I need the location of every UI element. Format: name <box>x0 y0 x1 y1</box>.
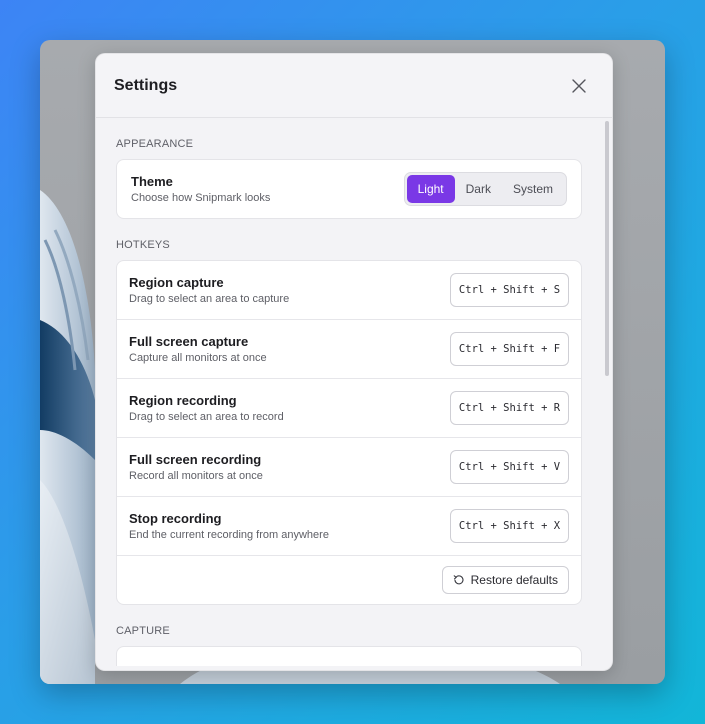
hotkey-field-full-screen-capture[interactable]: Ctrl + Shift + F <box>450 332 569 366</box>
hotkey-field-region-recording[interactable]: Ctrl + Shift + R <box>450 391 569 425</box>
close-icon <box>572 78 586 93</box>
hotkey-description: Drag to select an area to capture <box>129 293 290 305</box>
hotkey-description: End the current recording from anywhere <box>129 529 329 541</box>
theme-description: Choose how Snipmark looks <box>131 192 271 204</box>
hotkey-title: Region recording <box>129 393 237 408</box>
hotkey-row-region-recording: Region recording Drag to select an area … <box>117 379 581 438</box>
hotkey-title: Region capture <box>129 275 224 290</box>
theme-title: Theme <box>131 174 173 189</box>
theme-option-system[interactable]: System <box>502 175 564 203</box>
hotkey-title: Stop recording <box>129 511 222 526</box>
restore-defaults-label: Restore defaults <box>470 573 558 587</box>
theme-segmented-control: Light Dark System <box>403 172 567 206</box>
capture-card <box>116 646 582 666</box>
hotkey-title: Full screen capture <box>129 334 249 349</box>
hotkey-title: Full screen recording <box>129 452 262 467</box>
appearance-card: Theme Choose how Snipmark looks Light Da… <box>116 159 582 219</box>
hotkey-description: Record all monitors at once <box>129 470 263 482</box>
theme-option-dark[interactable]: Dark <box>455 175 502 203</box>
dialog-header: Settings <box>96 54 612 118</box>
theme-row: Theme Choose how Snipmark looks Light Da… <box>117 160 581 218</box>
dialog-title: Settings <box>114 76 178 94</box>
restore-defaults-button[interactable]: Restore defaults <box>441 566 569 594</box>
hotkey-row-full-screen-capture: Full screen capture Capture all monitors… <box>117 320 581 379</box>
hotkeys-card: Region capture Drag to select an area to… <box>116 260 582 605</box>
hotkey-description: Drag to select an area to record <box>129 411 284 423</box>
section-label-capture: CAPTURE <box>116 625 170 637</box>
hotkey-field-region-capture[interactable]: Ctrl + Shift + S <box>450 273 569 307</box>
restore-icon <box>453 575 464 585</box>
hotkey-row-region-capture: Region capture Drag to select an area to… <box>117 261 581 320</box>
section-label-hotkeys: HOTKEYS <box>116 239 170 251</box>
section-label-appearance: APPEARANCE <box>116 138 194 150</box>
close-button[interactable] <box>566 73 592 99</box>
hotkey-row-stop-recording: Stop recording End the current recording… <box>117 497 581 556</box>
settings-dialog: Settings APPEARANCE Theme Choose how Sni… <box>95 53 613 671</box>
hotkey-description: Capture all monitors at once <box>129 352 267 364</box>
hotkey-field-full-screen-recording[interactable]: Ctrl + Shift + V <box>450 450 569 484</box>
desktop-background: Settings APPEARANCE Theme Choose how Sni… <box>40 40 665 684</box>
hotkey-field-stop-recording[interactable]: Ctrl + Shift + X <box>450 509 569 543</box>
scrollbar-thumb[interactable] <box>605 121 609 376</box>
hotkey-row-full-screen-recording: Full screen recording Record all monitor… <box>117 438 581 497</box>
settings-scroll-area[interactable]: APPEARANCE Theme Choose how Snipmark loo… <box>96 118 612 670</box>
theme-option-light[interactable]: Light <box>406 175 455 203</box>
restore-row: Restore defaults <box>117 556 581 604</box>
